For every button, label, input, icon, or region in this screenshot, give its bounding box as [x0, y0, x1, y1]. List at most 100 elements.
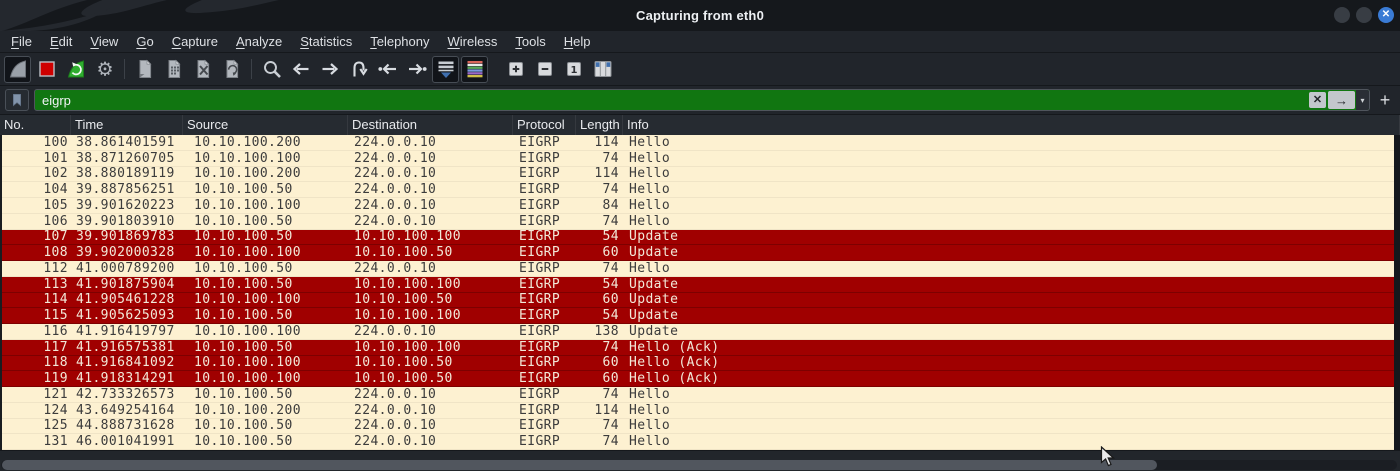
menu-statistics[interactable]: Statistics — [291, 31, 361, 52]
menu-capture[interactable]: Capture — [163, 31, 227, 52]
cell-destination: 224.0.0.10 — [350, 387, 515, 402]
packet-row[interactable]: 12443.64925416410.10.100.200224.0.0.10EI… — [2, 403, 1394, 419]
column-header-no[interactable]: No. — [0, 115, 71, 135]
menu-tools[interactable]: Tools — [506, 31, 554, 52]
open-file-icon[interactable] — [131, 56, 158, 83]
cell-length: 60 — [578, 293, 625, 308]
cell-source: 10.10.100.100 — [185, 324, 350, 339]
maximize-button[interactable] — [1356, 7, 1372, 23]
packet-row[interactable]: 12544.88873162810.10.100.50224.0.0.10EIG… — [2, 419, 1394, 435]
minimize-button[interactable] — [1334, 7, 1350, 23]
first-packet-icon[interactable] — [374, 56, 401, 83]
packet-row[interactable]: 10739.90186978310.10.100.5010.10.100.100… — [2, 230, 1394, 246]
column-header-destination[interactable]: Destination — [348, 115, 513, 135]
menu-telephony[interactable]: Telephony — [361, 31, 438, 52]
go-forward-icon[interactable] — [316, 56, 343, 83]
cell-info: Hello — [625, 419, 1394, 434]
cell-info: Hello — [625, 403, 1394, 418]
filter-clear-icon[interactable]: ✕ — [1309, 92, 1326, 108]
packet-row[interactable]: 11641.91641979710.10.100.100224.0.0.10EI… — [2, 324, 1394, 340]
menu-analyze[interactable]: Analyze — [227, 31, 291, 52]
menu-file[interactable]: File — [2, 31, 41, 52]
column-header-length[interactable]: Length — [576, 115, 623, 135]
reload-file-icon[interactable] — [218, 56, 245, 83]
packet-row[interactable]: 11441.90546122810.10.100.10010.10.100.50… — [2, 293, 1394, 309]
menu-go[interactable]: Go — [127, 31, 162, 52]
cell-protocol: EIGRP — [515, 151, 578, 166]
zoom-original-icon[interactable]: 1 — [560, 56, 587, 83]
cell-length: 54 — [578, 308, 625, 323]
cell-info: Update — [625, 308, 1394, 323]
cell-no: 112 — [2, 261, 73, 276]
cell-protocol: EIGRP — [515, 198, 578, 213]
packet-row[interactable]: 12142.73332657310.10.100.50224.0.0.10EIG… — [2, 387, 1394, 403]
title-bar[interactable]: Capturing from eth0 ✕ — [0, 0, 1400, 31]
cell-protocol: EIGRP — [515, 434, 578, 449]
zoom-out-icon[interactable] — [531, 56, 558, 83]
restart-capture-icon[interactable] — [62, 56, 89, 83]
packet-row[interactable]: 11841.91684109210.10.100.10010.10.100.50… — [2, 356, 1394, 372]
go-to-packet-icon[interactable] — [345, 56, 372, 83]
packet-row[interactable]: 10439.88785625110.10.100.50224.0.0.10EIG… — [2, 182, 1394, 198]
packet-row[interactable]: 10839.90200032810.10.100.10010.10.100.50… — [2, 245, 1394, 261]
packet-row[interactable]: 11341.90187590410.10.100.5010.10.100.100… — [2, 277, 1394, 293]
packet-row[interactable]: 10539.90162022310.10.100.100224.0.0.10EI… — [2, 198, 1394, 214]
cell-info: Hello (Ack) — [625, 371, 1394, 386]
zoom-in-icon[interactable] — [502, 56, 529, 83]
capture-options-icon[interactable]: ⚙ — [91, 56, 118, 83]
packet-row[interactable]: 11541.90562509310.10.100.5010.10.100.100… — [2, 308, 1394, 324]
packet-row[interactable]: 11241.00078920010.10.100.50224.0.0.10EIG… — [2, 261, 1394, 277]
filter-bookmark-button[interactable] — [5, 89, 29, 111]
menu-bar: FileEditViewGoCaptureAnalyzeStatisticsTe… — [0, 31, 1400, 52]
find-packet-icon[interactable] — [258, 56, 285, 83]
cell-info: Hello — [625, 182, 1394, 197]
filter-input[interactable] — [35, 90, 1308, 110]
packet-row[interactable]: 11941.91831429110.10.100.10010.10.100.50… — [2, 371, 1394, 387]
cell-no: 125 — [2, 419, 73, 434]
cell-destination: 224.0.0.10 — [350, 403, 515, 418]
last-packet-icon[interactable] — [403, 56, 430, 83]
packet-row[interactable]: 10238.88018911910.10.100.200224.0.0.10EI… — [2, 167, 1394, 183]
go-back-icon[interactable] — [287, 56, 314, 83]
cell-destination: 10.10.100.50 — [350, 293, 515, 308]
column-header-time[interactable]: Time — [71, 115, 183, 135]
packet-row[interactable]: 10038.86140159110.10.100.200224.0.0.10EI… — [2, 135, 1394, 151]
cell-time: 42.733326573 — [73, 387, 185, 402]
horizontal-scrollbar-thumb[interactable] — [2, 460, 1157, 470]
column-header-protocol[interactable]: Protocol — [513, 115, 576, 135]
save-file-icon[interactable] — [160, 56, 187, 83]
packet-row[interactable]: 10138.87126070510.10.100.100224.0.0.10EI… — [2, 151, 1394, 167]
cell-source: 10.10.100.50 — [185, 277, 350, 292]
menu-edit[interactable]: Edit — [41, 31, 81, 52]
column-header-source[interactable]: Source — [183, 115, 348, 135]
cell-no: 118 — [2, 356, 73, 371]
close-file-icon[interactable] — [189, 56, 216, 83]
column-header-info[interactable]: Info — [623, 115, 1400, 135]
packet-row[interactable]: 13146.00104199110.10.100.50224.0.0.10EIG… — [2, 434, 1394, 450]
close-button[interactable]: ✕ — [1378, 7, 1394, 23]
cell-destination: 224.0.0.10 — [350, 167, 515, 182]
menu-wireless[interactable]: Wireless — [439, 31, 507, 52]
stop-capture-icon[interactable] — [33, 56, 60, 83]
horizontal-scrollbar-track[interactable] — [1, 460, 1397, 470]
start-capture-icon[interactable] — [4, 56, 31, 83]
filter-dropdown-icon[interactable]: ▾ — [1356, 90, 1369, 110]
add-filter-button[interactable]: + — [1375, 90, 1395, 110]
cell-source: 10.10.100.50 — [185, 340, 350, 355]
packet-row[interactable]: 10639.90180391010.10.100.50224.0.0.10EIG… — [2, 214, 1394, 230]
filter-apply-icon[interactable]: → — [1328, 91, 1355, 109]
cell-length: 74 — [578, 419, 625, 434]
cell-source: 10.10.100.200 — [185, 167, 350, 182]
colorize-icon[interactable] — [461, 56, 488, 83]
cell-time: 39.901803910 — [73, 214, 185, 229]
resize-columns-icon[interactable] — [589, 56, 616, 83]
cell-source: 10.10.100.50 — [185, 261, 350, 276]
auto-scroll-icon[interactable] — [432, 56, 459, 83]
menu-help[interactable]: Help — [555, 31, 600, 52]
packet-row[interactable]: 11741.91657538110.10.100.5010.10.100.100… — [2, 340, 1394, 356]
cell-info: Hello (Ack) — [625, 356, 1394, 371]
cell-source: 10.10.100.50 — [185, 308, 350, 323]
menu-view[interactable]: View — [81, 31, 127, 52]
cell-info: Hello — [625, 198, 1394, 213]
bottom-bar — [0, 450, 1400, 471]
